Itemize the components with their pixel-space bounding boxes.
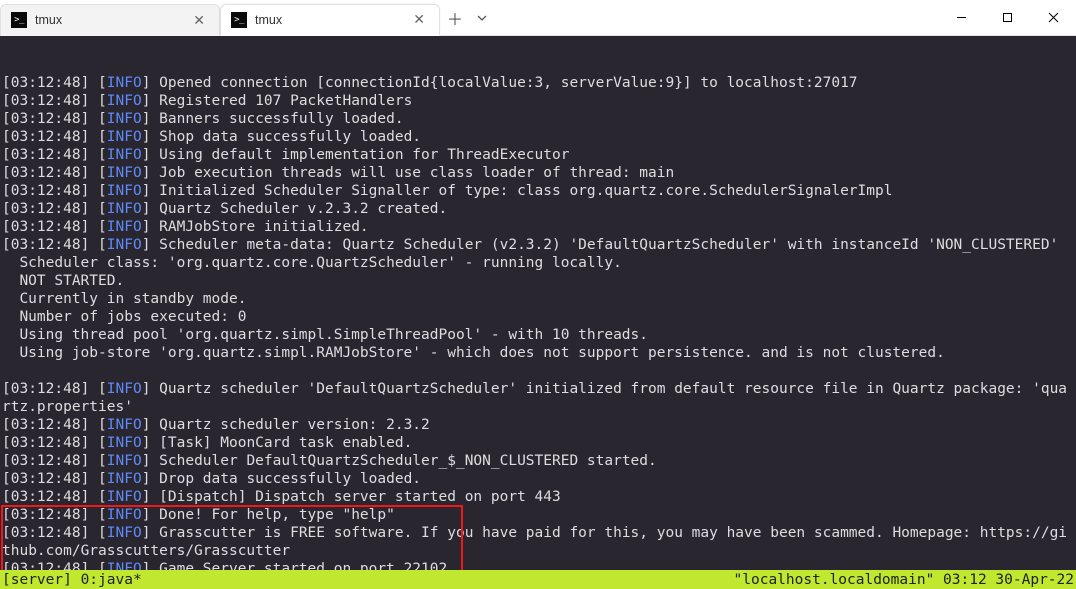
terminal-icon: >_ [231,12,247,28]
terminal-output[interactable]: [03:12:48] [INFO] Opened connection [con… [0,36,1076,570]
new-tab-button[interactable]: ＋ [440,3,470,33]
log-line: [03:12:48] [INFO] Initialized Scheduler … [2,182,1074,200]
terminal-icon: >_ [11,12,27,28]
log-line: Currently in standby mode. [2,290,1074,308]
log-line: [03:12:48] [INFO] [Dispatch] Dispatch se… [2,488,1074,506]
log-line [2,362,1074,380]
close-icon[interactable]: ✕ [409,9,429,30]
log-line: [03:12:48] [INFO] Done! For help, type "… [2,506,1074,524]
minimize-icon [956,12,967,23]
chevron-down-icon [477,13,487,23]
log-line: [03:12:48] [INFO] Registered 107 PacketH… [2,92,1074,110]
tab-tmux-1[interactable]: >_ tmux ✕ [0,4,220,36]
status-left: [server] 0:java* [2,572,142,588]
log-line: [03:12:48] [INFO] Drop data successfully… [2,470,1074,488]
log-line: [03:12:48] [INFO] Quartz scheduler 'Defa… [2,380,1074,416]
close-button[interactable] [1030,2,1076,34]
window-controls [938,2,1076,34]
log-line: Scheduler class: 'org.quartz.core.Quartz… [2,254,1074,272]
log-line: [03:12:48] [INFO] Quartz Scheduler v.2.3… [2,200,1074,218]
tab-label: tmux [35,13,62,27]
status-right: "localhost.localdomain" 03:12 30-Apr-22 [734,572,1074,588]
close-icon[interactable]: ✕ [189,10,209,31]
maximize-icon [1002,12,1013,23]
log-line: [03:12:48] [INFO] [Task] MoonCard task e… [2,434,1074,452]
log-line: Number of jobs executed: 0 [2,308,1074,326]
minimize-button[interactable] [938,2,984,34]
log-line: [03:12:48] [INFO] RAMJobStore initialize… [2,218,1074,236]
close-icon [1048,12,1059,23]
log-line: Using job-store 'org.quartz.simpl.RAMJob… [2,344,1074,362]
log-line: [03:12:48] [INFO] Opened connection [con… [2,74,1074,92]
log-line: [03:12:48] [INFO] Game Server started on… [2,560,1074,570]
log-line: [03:12:48] [INFO] Job execution threads … [2,164,1074,182]
log-line: [03:12:48] [INFO] Using default implemen… [2,146,1074,164]
log-line: [03:12:48] [INFO] Grasscutter is FREE so… [2,524,1074,560]
log-line: [03:12:48] [INFO] Scheduler DefaultQuart… [2,452,1074,470]
tab-label: tmux [255,13,282,27]
tmux-statusbar: [server] 0:java* "localhost.localdomain"… [0,570,1076,589]
log-line: NOT STARTED. [2,272,1074,290]
log-line: [03:12:48] [INFO] Banners successfully l… [2,110,1074,128]
maximize-button[interactable] [984,2,1030,34]
log-line: [03:12:48] [INFO] Shop data successfully… [2,128,1074,146]
tab-tmux-2[interactable]: >_ tmux ✕ [220,4,440,36]
log-line: [03:12:48] [INFO] Quartz scheduler versi… [2,416,1074,434]
tab-dropdown[interactable] [470,3,494,33]
log-line: [03:12:48] [INFO] Scheduler meta-data: Q… [2,236,1074,254]
log-line: Using thread pool 'org.quartz.simpl.Simp… [2,326,1074,344]
titlebar: >_ tmux ✕ >_ tmux ✕ ＋ [0,0,1076,36]
